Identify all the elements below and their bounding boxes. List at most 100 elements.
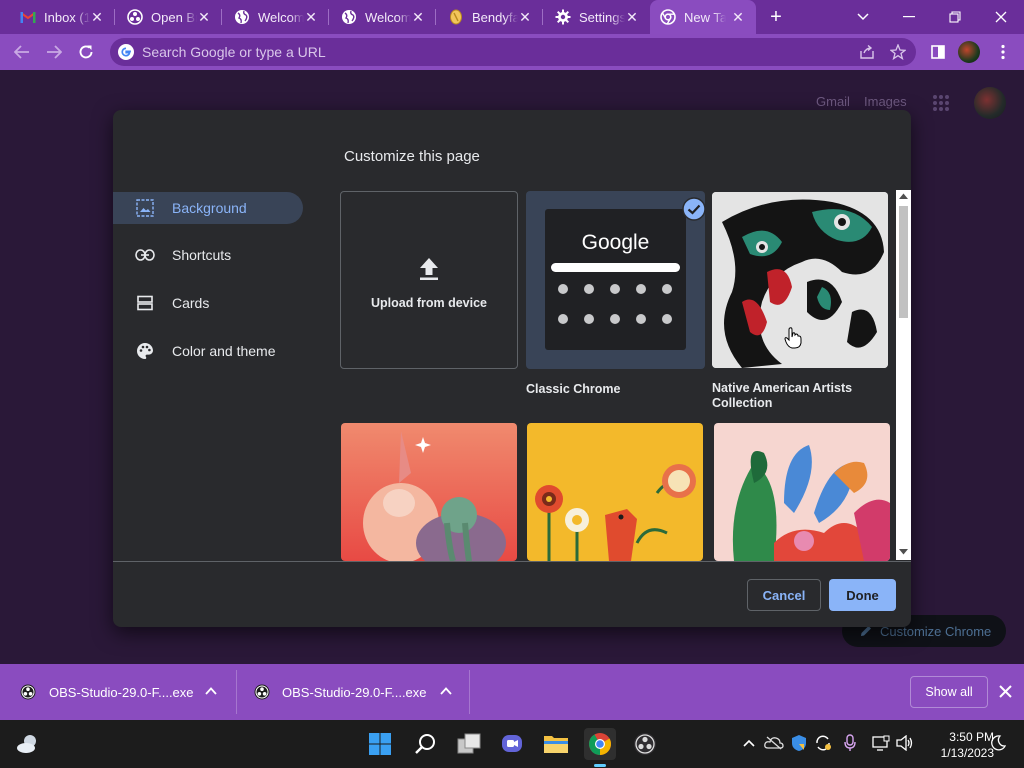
- close-download-bar-button[interactable]: [999, 685, 1012, 703]
- chrome-taskbar-button[interactable]: [584, 728, 616, 760]
- reload-icon: [79, 45, 93, 59]
- download-options-button[interactable]: [204, 684, 218, 703]
- tab-search-button[interactable]: [840, 0, 886, 34]
- nav-label: Background: [172, 200, 247, 216]
- restore-button[interactable]: [932, 0, 978, 34]
- nav-color-and-theme[interactable]: Color and theme: [113, 335, 303, 367]
- search-bar-preview: [551, 263, 680, 272]
- upload-from-device-tile[interactable]: Upload from device: [340, 191, 518, 369]
- network-tray-icon[interactable]: [870, 732, 892, 754]
- tab-open-broadcaster[interactable]: Open Br ✕: [107, 0, 222, 34]
- menu-button[interactable]: [991, 40, 1015, 64]
- show-all-button[interactable]: Show all: [910, 676, 988, 708]
- nav-cards[interactable]: Cards: [113, 287, 303, 319]
- share-button[interactable]: [855, 40, 879, 64]
- tab-inbox[interactable]: Inbox (1 ✕: [0, 0, 115, 34]
- nav-shortcuts[interactable]: Shortcuts: [113, 239, 303, 271]
- focus-assist-icon[interactable]: [987, 732, 1009, 754]
- close-tab-icon[interactable]: ✕: [624, 9, 640, 25]
- native-american-artists-tile[interactable]: [712, 192, 888, 368]
- nav-background[interactable]: Background: [113, 192, 303, 224]
- new-tab-button[interactable]: +: [765, 6, 787, 28]
- globe-icon: [234, 9, 250, 25]
- link-icon: [135, 245, 155, 265]
- clock[interactable]: 3:50 PM 1/13/2023: [920, 729, 994, 761]
- classic-chrome-tile[interactable]: Google: [526, 191, 705, 369]
- download-filename: OBS-Studio-29.0-F....exe: [282, 684, 427, 700]
- scroll-down-icon[interactable]: [899, 548, 908, 555]
- background-tile-pink[interactable]: [714, 423, 890, 561]
- tab-title: Welcom: [258, 10, 304, 25]
- close-tab-icon[interactable]: ✕: [517, 9, 533, 25]
- globe-icon: [341, 9, 357, 25]
- volume-tray-icon[interactable]: [894, 732, 916, 754]
- search-button[interactable]: [409, 728, 441, 760]
- scroll-up-icon[interactable]: [899, 193, 908, 200]
- bendy-icon: [448, 9, 464, 25]
- background-tile-yellow[interactable]: [527, 423, 703, 561]
- weather-widget[interactable]: [12, 728, 44, 760]
- tab-title: Welcom: [365, 10, 411, 25]
- cloud-moon-icon: [17, 735, 36, 753]
- download-bar: OBS-Studio-29.0-F....exe OBS-Studio-29.0…: [0, 664, 1024, 720]
- close-tab-icon[interactable]: ✕: [730, 9, 746, 25]
- close-window-button[interactable]: [978, 0, 1024, 34]
- tab-settings[interactable]: Settings ✕: [535, 0, 650, 34]
- cards-icon: [135, 293, 155, 313]
- nav-label: Shortcuts: [172, 247, 232, 263]
- onedrive-tray-icon[interactable]: [763, 732, 785, 754]
- obs-taskbar-button[interactable]: [629, 728, 661, 760]
- cancel-button[interactable]: Cancel: [747, 579, 821, 611]
- tab-new-tab[interactable]: New Tab ✕: [650, 0, 756, 34]
- scrollbar-thumb[interactable]: [899, 206, 908, 318]
- omnibox[interactable]: Search Google or type a URL: [110, 38, 916, 66]
- back-button[interactable]: [10, 40, 34, 64]
- folder-icon: [544, 736, 568, 753]
- side-panel-button[interactable]: [926, 40, 950, 64]
- search-icon: [415, 734, 435, 754]
- background-tile-coral[interactable]: [341, 423, 517, 561]
- download-item[interactable]: OBS-Studio-29.0-F....exe: [20, 664, 194, 720]
- reload-button[interactable]: [74, 40, 98, 64]
- forward-button[interactable]: [42, 40, 66, 64]
- tab-welcome-1[interactable]: Welcom ✕: [214, 0, 329, 34]
- monitor-network-icon: [872, 735, 890, 751]
- ntp-profile-avatar[interactable]: [974, 87, 1006, 119]
- dialog-divider: [113, 561, 911, 562]
- start-button[interactable]: [364, 728, 396, 760]
- images-link[interactable]: Images: [864, 94, 907, 109]
- teams-chat-button[interactable]: [496, 728, 528, 760]
- close-tab-icon[interactable]: ✕: [196, 9, 212, 25]
- download-options-button[interactable]: [439, 684, 453, 703]
- chrome-icon: [660, 9, 676, 25]
- image-icon: [135, 198, 155, 218]
- close-tab-icon[interactable]: ✕: [303, 9, 319, 25]
- download-item[interactable]: OBS-Studio-29.0-F....exe: [254, 664, 427, 720]
- file-explorer-button[interactable]: [540, 728, 572, 760]
- microphone-tray-icon[interactable]: [839, 732, 861, 754]
- minimize-button[interactable]: [886, 0, 932, 34]
- selected-check-icon: [682, 197, 705, 221]
- upload-label: Upload from device: [371, 296, 487, 310]
- task-view-button[interactable]: [453, 728, 485, 760]
- obs-icon: [254, 684, 270, 700]
- show-hidden-icons-button[interactable]: [738, 732, 760, 754]
- update-tray-icon[interactable]: [812, 732, 834, 754]
- gear-icon: [555, 9, 571, 25]
- apps-grid-icon[interactable]: [932, 94, 950, 117]
- bookmark-star-button[interactable]: [886, 40, 910, 64]
- sync-icon: [816, 735, 831, 751]
- tab-welcome-2[interactable]: Welcom ✕: [321, 0, 436, 34]
- security-tray-icon[interactable]: [788, 732, 810, 754]
- gmail-link[interactable]: Gmail: [816, 94, 850, 109]
- tab-bendyfan[interactable]: Bendyfa ✕: [428, 0, 543, 34]
- google-logo: Google: [581, 231, 650, 254]
- clock-date: 1/13/2023: [940, 746, 994, 760]
- done-button[interactable]: Done: [829, 579, 896, 611]
- close-tab-icon[interactable]: ✕: [410, 9, 426, 25]
- task-view-icon: [457, 733, 481, 754]
- profile-avatar[interactable]: [958, 41, 980, 63]
- customize-dialog: Customize this page Background Shortcuts…: [113, 110, 911, 627]
- chevron-up-icon: [440, 687, 452, 695]
- close-tab-icon[interactable]: ✕: [89, 9, 105, 25]
